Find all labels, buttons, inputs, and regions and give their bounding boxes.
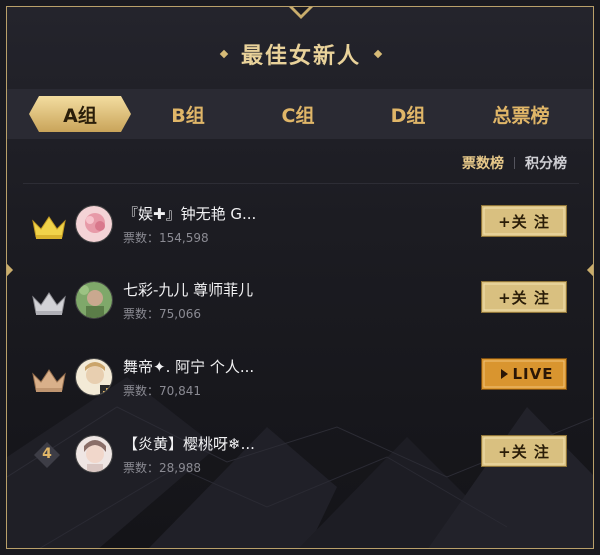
follow-button[interactable]: +关 注 [481, 205, 567, 237]
page-title: 最佳女新人 [240, 43, 361, 69]
list-item: 舞帝✦. 阿宁 个人... 票数：70,841 LIVE [7, 350, 593, 410]
avatar[interactable] [75, 281, 113, 319]
list-divider [23, 183, 579, 184]
tab-total-ranking[interactable]: 总票榜 [473, 89, 569, 139]
tab-group-a[interactable]: A组 [29, 89, 131, 139]
streamer-name[interactable]: 【炎黄】樱桃呀❄... [123, 433, 363, 454]
follow-button-label: +关 注 [498, 212, 550, 231]
avatar[interactable] [75, 435, 113, 473]
ranking-sort-toggle: 票数榜 积分榜 [462, 153, 567, 173]
points-ranking-link[interactable]: 积分榜 [525, 153, 567, 173]
tab-group-b[interactable]: B组 [143, 89, 233, 139]
live-button[interactable]: LIVE [481, 358, 567, 390]
avatar-image [76, 206, 112, 242]
avatar-image [76, 436, 112, 472]
streamer-name[interactable]: 舞帝✦. 阿宁 个人... [123, 356, 363, 377]
title-right-dot [373, 49, 383, 59]
follow-button-label: +关 注 [498, 442, 550, 461]
follow-button-label: +关 注 [498, 288, 550, 307]
vote-count: 票数：28,988 [123, 461, 201, 475]
title-left-dot [219, 49, 229, 59]
tab-group-d[interactable]: D组 [363, 89, 453, 139]
follow-button[interactable]: +关 注 [481, 435, 567, 467]
vote-count: 票数：154,598 [123, 231, 209, 245]
avatar-image [76, 282, 112, 318]
avatar[interactable] [75, 205, 113, 243]
rank-number: 4 [42, 446, 52, 462]
streamer-name[interactable]: 『娱✚』钟无艳 G... [123, 203, 363, 224]
best-female-newcomer-panel: 最佳女新人 A组 B组 C组 D组 总票榜 票数榜 积分榜 『娱✚』钟无艳 G.… [6, 6, 594, 549]
avatar-image [76, 359, 112, 395]
streamer-name[interactable]: 七彩-九儿 尊师菲儿 [123, 279, 363, 300]
live-button-label: LIVE [512, 365, 554, 383]
top-notch-ornament [289, 7, 313, 19]
vote-count: 票数：75,066 [123, 307, 201, 321]
group-tabs: A组 B组 C组 D组 总票榜 [7, 89, 593, 139]
vote-count: 票数：70,841 [123, 384, 201, 398]
gold-crown-icon [32, 216, 66, 239]
title-row: 最佳女新人 [7, 37, 593, 71]
list-item: 4 【炎黄】樱桃呀❄... 票数：28,988 +关 注 [7, 427, 593, 487]
avatar[interactable] [75, 358, 113, 396]
list-item: 『娱✚』钟无艳 G... 票数：154,598 +关 注 [7, 197, 593, 257]
list-item: 七彩-九儿 尊师菲儿 票数：75,066 +关 注 [7, 273, 593, 333]
silver-crown-icon [32, 292, 66, 315]
bronze-crown-icon [32, 369, 66, 392]
tab-group-c[interactable]: C组 [253, 89, 343, 139]
follow-button[interactable]: +关 注 [481, 281, 567, 313]
votes-ranking-link[interactable]: 票数榜 [462, 153, 504, 173]
toggle-separator [514, 157, 515, 169]
